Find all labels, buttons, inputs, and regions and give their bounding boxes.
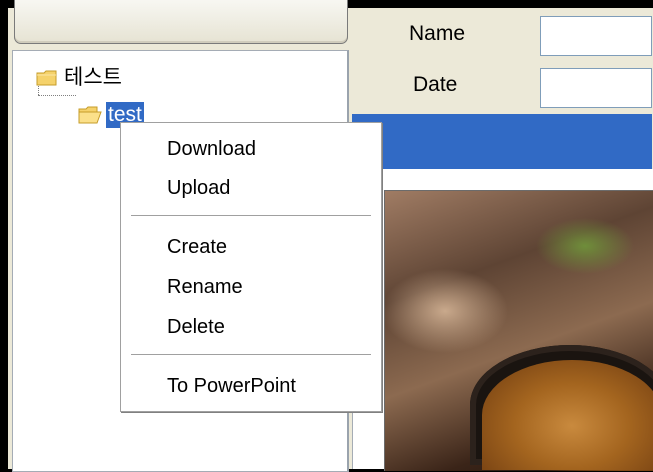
menu-item-to-powerpoint[interactable]: To PowerPoint <box>167 374 296 398</box>
menu-item-create[interactable]: Create <box>167 235 227 259</box>
header-bar <box>352 114 652 169</box>
folder-open-icon <box>78 106 102 124</box>
menu-item-delete[interactable]: Delete <box>167 315 225 339</box>
tree-item-root[interactable]: 테스트 <box>36 65 122 91</box>
menu-item-download[interactable]: Download <box>167 137 256 161</box>
context-menu: Download Upload Create Rename Delete To … <box>120 122 382 412</box>
menu-item-rename[interactable]: Rename <box>167 275 243 299</box>
date-field[interactable] <box>540 68 652 108</box>
menu-separator <box>131 354 371 355</box>
folder-closed-icon <box>36 69 58 87</box>
name-label: Name <box>409 22 466 45</box>
name-field[interactable] <box>540 16 652 56</box>
menu-item-upload[interactable]: Upload <box>167 176 230 200</box>
menu-separator <box>131 215 371 216</box>
top-button[interactable] <box>14 0 348 44</box>
tree-connector <box>38 95 76 96</box>
tree-item-root-label: 테스트 <box>64 66 122 89</box>
photo-soup <box>482 360 653 470</box>
date-label: Date <box>413 73 458 96</box>
